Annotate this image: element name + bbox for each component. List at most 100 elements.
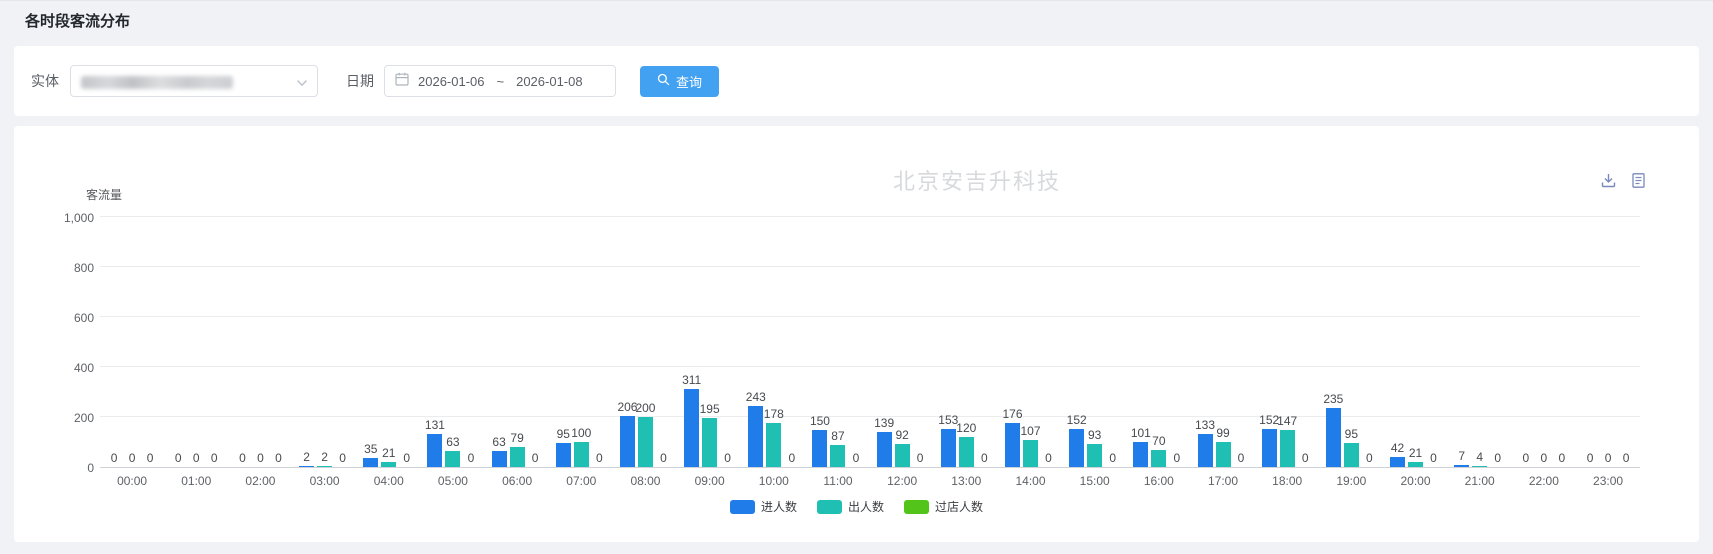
date-range-picker[interactable]: 2026-01-06 ~ 2026-01-08 (384, 65, 616, 97)
bar-value-label: 95 (1345, 428, 1358, 441)
legend-item-出人数[interactable]: 出人数 (817, 498, 884, 515)
bar-slot: 0 (528, 452, 543, 467)
bar-slot: 0 (143, 452, 158, 467)
bar-出人数[interactable] (638, 417, 653, 467)
bar-进人数[interactable] (748, 406, 763, 467)
x-axis-tick-label: 17:00 (1191, 474, 1255, 488)
bar-出人数[interactable] (830, 445, 845, 467)
y-axis-tick-label: 800 (18, 261, 94, 275)
bar-出人数[interactable] (959, 437, 974, 467)
bar-进人数[interactable] (299, 466, 314, 467)
bar-出人数[interactable] (1216, 442, 1231, 467)
bar-出人数[interactable] (317, 466, 332, 467)
bar-group-23:00: 00023:00 (1576, 218, 1640, 467)
bar-value-label: 0 (788, 452, 795, 465)
bar-出人数[interactable] (702, 418, 717, 467)
bar-出人数[interactable] (510, 447, 525, 467)
x-axis-tick-label: 10:00 (742, 474, 806, 488)
bar-出人数[interactable] (445, 451, 460, 467)
bars: 000 (100, 452, 164, 467)
bar-进人数[interactable] (684, 389, 699, 467)
bar-slot: 100 (574, 427, 589, 467)
bar-slot: 120 (959, 422, 974, 467)
bar-value-label: 311 (682, 374, 701, 387)
bar-进人数[interactable] (877, 432, 892, 467)
bar-slot: 0 (1426, 452, 1441, 467)
bar-进人数[interactable] (1198, 434, 1213, 467)
bar-group-05:00: 13163005:00 (421, 218, 485, 467)
bar-出人数[interactable] (766, 423, 781, 468)
bar-slot: 200 (638, 402, 653, 467)
x-axis-tick-label: 15:00 (1063, 474, 1127, 488)
bar-进人数[interactable] (427, 434, 442, 467)
bar-slot: 131 (427, 419, 442, 467)
bar-slot: 0 (1601, 452, 1616, 467)
bar-slot: 42 (1390, 442, 1405, 468)
bar-进人数[interactable] (492, 451, 507, 467)
bar-group-07:00: 95100007:00 (549, 218, 613, 467)
x-axis-tick-label: 05:00 (421, 474, 485, 488)
bars: 152930 (1063, 414, 1127, 467)
bar-slot: 2 (317, 451, 332, 467)
download-icon[interactable] (1600, 172, 1617, 194)
bar-value-label: 93 (1088, 429, 1101, 442)
bar-value-label: 0 (403, 452, 410, 465)
bar-出人数[interactable] (1472, 466, 1487, 467)
x-axis-tick-label: 23:00 (1576, 474, 1640, 488)
x-axis-tick-label: 04:00 (357, 474, 421, 488)
bar-value-label: 21 (1409, 447, 1422, 460)
bar-出人数[interactable] (1151, 450, 1166, 468)
bar-进人数[interactable] (620, 416, 635, 468)
legend-item-过店人数[interactable]: 过店人数 (904, 498, 983, 515)
bars: 000 (228, 452, 292, 467)
date-start-value[interactable]: 2026-01-06 (418, 74, 485, 89)
entity-select[interactable] (70, 65, 318, 97)
bar-进人数[interactable] (812, 430, 827, 468)
legend-swatch (730, 500, 755, 514)
bar-出人数[interactable] (381, 462, 396, 467)
bar-出人数[interactable] (1344, 443, 1359, 467)
bar-slot: 0 (913, 452, 928, 467)
bar-slot: 87 (830, 430, 845, 467)
bar-出人数[interactable] (574, 442, 589, 467)
x-axis-tick-label: 14:00 (998, 474, 1062, 488)
bar-value-label: 63 (492, 436, 505, 449)
bar-slot: 195 (702, 403, 717, 467)
bar-进人数[interactable] (1005, 423, 1020, 467)
bar-进人数[interactable] (363, 458, 378, 467)
bar-进人数[interactable] (1454, 465, 1469, 467)
bar-group-11:00: 15087011:00 (806, 218, 870, 467)
bar-出人数[interactable] (1408, 462, 1423, 467)
bar-group-15:00: 15293015:00 (1063, 218, 1127, 467)
bar-value-label: 4 (1476, 451, 1483, 464)
bar-slot: 0 (592, 452, 607, 467)
bar-进人数[interactable] (1326, 408, 1341, 467)
bar-进人数[interactable] (556, 443, 571, 467)
data-view-icon[interactable] (1630, 172, 1647, 194)
bar-进人数[interactable] (1133, 442, 1148, 467)
bar-value-label: 0 (468, 452, 475, 465)
bar-group-04:00: 3521004:00 (357, 218, 421, 467)
bars: 1531200 (934, 414, 998, 467)
bar-slot: 0 (463, 452, 478, 467)
bar-出人数[interactable] (895, 444, 910, 467)
bar-出人数[interactable] (1280, 430, 1295, 467)
bar-slot: 0 (335, 452, 350, 467)
bar-进人数[interactable] (1390, 457, 1405, 468)
bar-出人数[interactable] (1023, 440, 1038, 467)
x-axis-tick-label: 22:00 (1512, 474, 1576, 488)
bar-value-label: 0 (981, 452, 988, 465)
bar-出人数[interactable] (1087, 444, 1102, 467)
bar-进人数[interactable] (1069, 429, 1084, 467)
bar-value-label: 0 (1494, 452, 1501, 465)
query-button[interactable]: 查询 (640, 66, 719, 97)
bar-slot: 139 (877, 417, 892, 467)
legend-item-进人数[interactable]: 进人数 (730, 498, 797, 515)
date-end-value[interactable]: 2026-01-08 (516, 74, 583, 89)
bar-group-17:00: 13399017:00 (1191, 218, 1255, 467)
bar-进人数[interactable] (941, 429, 956, 467)
bars: 220 (293, 451, 357, 467)
bar-slot: 0 (189, 452, 204, 467)
bar-slot: 206 (620, 401, 635, 468)
bar-进人数[interactable] (1262, 429, 1277, 467)
